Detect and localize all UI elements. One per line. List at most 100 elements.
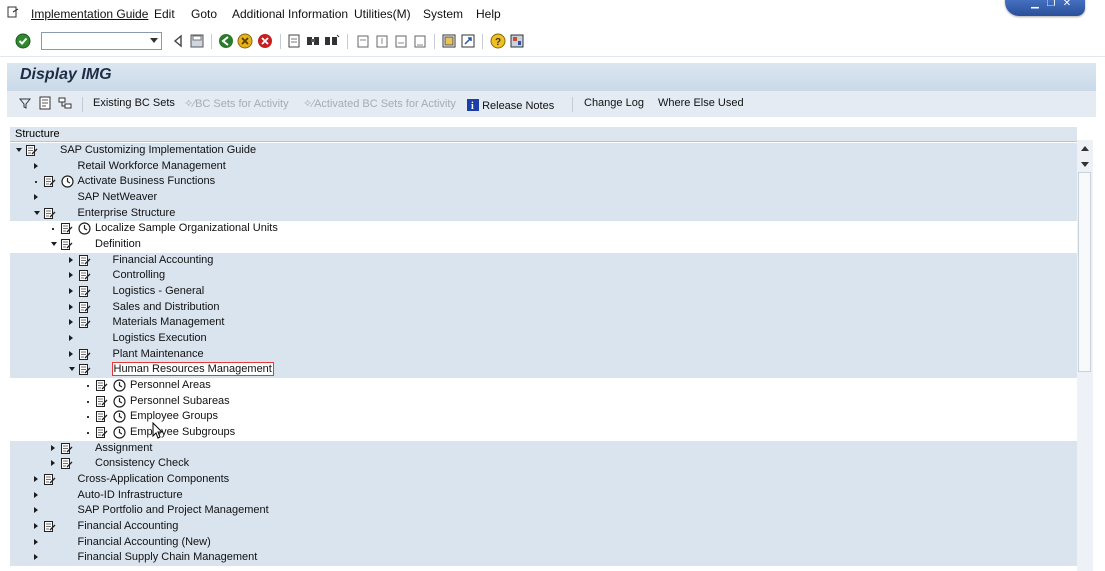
print-icon[interactable]	[286, 33, 302, 49]
tree-node-label[interactable]: Auto-ID Infrastructure	[78, 489, 183, 501]
expand-triangle-icon[interactable]	[68, 272, 73, 279]
menu-help[interactable]: Help	[476, 7, 501, 21]
tree-node[interactable]: Financial Accounting	[10, 252, 1077, 269]
documentation-icon[interactable]	[78, 269, 91, 282]
tree-node-label[interactable]: Plant Maintenance	[113, 348, 204, 360]
tree-node[interactable]: Human Resources Management	[10, 362, 1077, 378]
expand-triangle-icon[interactable]	[33, 475, 38, 482]
documentation-icon[interactable]	[95, 410, 108, 423]
expand-triangle-icon[interactable]	[68, 256, 73, 263]
tree-node-label[interactable]: Retail Workforce Management	[78, 160, 226, 172]
change-log-button[interactable]: Change Log	[584, 97, 644, 109]
tree-node[interactable]: Assignment	[10, 440, 1077, 457]
find-icon[interactable]	[305, 33, 321, 49]
tree-node[interactable]: SAP Portfolio and Project Management	[10, 503, 1077, 519]
tree-node-label[interactable]: Employee Groups	[130, 410, 218, 422]
tree-node-label[interactable]: SAP Customizing Implementation Guide	[60, 144, 256, 156]
tree-node-label[interactable]: Financial Accounting	[113, 254, 214, 266]
tree-node-label[interactable]: SAP Portfolio and Project Management	[78, 504, 269, 516]
customize-layout-icon[interactable]	[509, 33, 525, 49]
documentation-icon[interactable]	[60, 442, 73, 455]
scroll-up-icon[interactable]	[1081, 146, 1089, 151]
documentation-icon[interactable]	[43, 207, 56, 220]
tree-node-label[interactable]: Controlling	[113, 269, 166, 281]
documentation-icon[interactable]	[43, 175, 56, 188]
expand-triangle-icon[interactable]	[33, 522, 38, 529]
tree-node[interactable]: Employee Subgroups	[10, 424, 1077, 441]
command-input[interactable]	[45, 34, 149, 50]
menu-additional-information[interactable]: Additional Information	[232, 7, 348, 21]
expand-triangle-icon[interactable]	[68, 303, 73, 310]
prev-page-icon[interactable]	[374, 33, 390, 49]
expand-triangle-icon[interactable]	[51, 460, 55, 467]
restore-icon[interactable]: ❐	[1045, 0, 1057, 9]
tree-node[interactable]: SAP Customizing Implementation Guide	[10, 143, 1077, 159]
find-next-icon[interactable]	[324, 33, 340, 49]
tree-node[interactable]: Consistency Check	[10, 456, 1077, 472]
execute-activity-icon[interactable]	[113, 426, 126, 439]
expand-triangle-icon[interactable]	[33, 162, 38, 169]
exit-icon[interactable]	[237, 33, 253, 49]
minimize-icon[interactable]: ▁	[1029, 0, 1041, 9]
help-icon[interactable]: ?	[490, 33, 506, 49]
new-session-icon[interactable]	[441, 33, 457, 49]
tree-node[interactable]: Cross-Application Components	[10, 471, 1077, 488]
execute-activity-icon[interactable]	[60, 175, 74, 188]
tree-node-label[interactable]: Localize Sample Organizational Units	[95, 222, 278, 234]
last-page-icon[interactable]	[412, 33, 428, 49]
menu-document-icon[interactable]	[7, 6, 19, 18]
command-field[interactable]	[41, 32, 162, 50]
tree-node[interactable]: Logistics - General	[10, 283, 1077, 300]
tree-node[interactable]: Controlling	[10, 268, 1077, 284]
tree-node-label[interactable]: Sales and Distribution	[113, 301, 220, 313]
first-page-icon[interactable]	[355, 33, 371, 49]
where-else-used-button[interactable]: Where Else Used	[658, 97, 744, 109]
tree-node-label[interactable]: Personnel Areas	[130, 379, 211, 391]
filter-icon[interactable]	[18, 96, 32, 110]
tree-node[interactable]: Sales and Distribution	[10, 299, 1077, 316]
cancel-icon[interactable]	[257, 33, 273, 49]
expand-triangle-icon[interactable]	[33, 491, 38, 498]
scroll-down-icon[interactable]	[1081, 162, 1089, 167]
back-icon[interactable]	[218, 33, 234, 49]
expand-triangle-icon[interactable]	[33, 507, 38, 514]
documentation-icon[interactable]	[60, 238, 73, 251]
tree-node-label[interactable]: Financial Accounting	[78, 520, 179, 532]
expand-triangle-icon[interactable]	[68, 319, 73, 326]
chevron-down-icon[interactable]	[150, 38, 158, 43]
documentation-icon[interactable]	[25, 144, 38, 157]
documentation-icon[interactable]	[95, 395, 108, 408]
expand-triangle-icon[interactable]	[68, 287, 73, 294]
tree-node[interactable]: Definition	[10, 236, 1077, 253]
tree-node[interactable]: Logistics Execution	[10, 330, 1077, 347]
menu-edit[interactable]: Edit	[154, 7, 175, 21]
note-document-icon[interactable]	[38, 96, 52, 110]
tree-node[interactable]: Plant Maintenance	[10, 346, 1077, 363]
tree-node[interactable]: Financial Accounting	[10, 518, 1077, 535]
tree-node-label[interactable]: Employee Subgroups	[130, 426, 235, 438]
execute-activity-icon[interactable]	[113, 394, 126, 408]
tree-node[interactable]: Financial Supply Chain Management	[10, 550, 1077, 566]
existing-bc-sets-button[interactable]: Existing BC Sets	[93, 97, 175, 109]
vertical-scrollbar[interactable]	[1077, 140, 1093, 571]
shortcut-icon[interactable]	[460, 33, 476, 49]
collapse-triangle-icon[interactable]	[16, 148, 22, 152]
scroll-thumb[interactable]	[1078, 172, 1091, 372]
documentation-icon[interactable]	[78, 348, 91, 361]
documentation-icon[interactable]	[78, 316, 91, 329]
activated-bc-sets-button[interactable]: ✧⁄Activated BC Sets for Activity	[303, 97, 456, 110]
enter-icon[interactable]	[15, 33, 31, 49]
tree-node[interactable]: Personnel Areas	[10, 377, 1077, 394]
collapse-triangle-icon[interactable]	[33, 210, 40, 215]
documentation-icon[interactable]	[43, 520, 56, 533]
tree-node-label[interactable]: Enterprise Structure	[78, 207, 176, 219]
documentation-icon[interactable]	[43, 473, 56, 486]
execute-activity-icon[interactable]	[78, 222, 91, 235]
tree-node[interactable]: SAP NetWeaver	[10, 189, 1077, 206]
execute-activity-icon[interactable]	[113, 410, 126, 423]
tree-node-label[interactable]: Cross-Application Components	[78, 473, 230, 485]
documentation-icon[interactable]	[78, 254, 91, 267]
expand-triangle-icon[interactable]	[33, 554, 38, 561]
close-icon[interactable]: ✕	[1061, 0, 1073, 9]
tree-node-label[interactable]: Materials Management	[113, 316, 225, 328]
